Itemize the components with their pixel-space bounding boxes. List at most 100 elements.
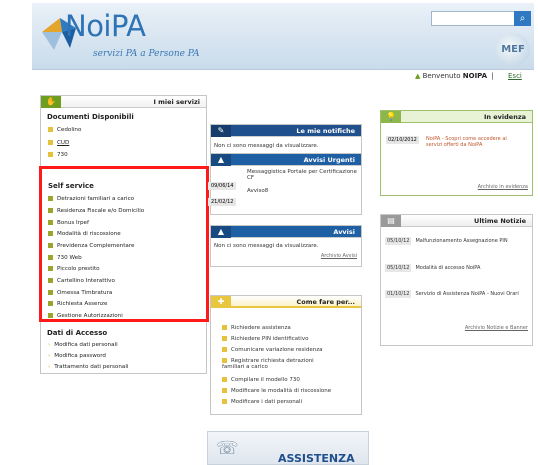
welcome-text: ▲ Benvenuto NOIPA | <box>415 72 494 80</box>
document-icon <box>222 358 227 363</box>
notizie-archive-link[interactable]: Archivio Notizie e Banner <box>465 325 528 331</box>
notifiche-message: Non ci sono messaggi da visualizzare. <box>214 143 319 149</box>
plus-icon: ✚ <box>211 296 231 308</box>
search-input[interactable] <box>431 11 516 26</box>
newspaper-icon: ▤ <box>381 215 401 227</box>
come-fare-item[interactable]: Modificare i dati personali <box>222 399 302 405</box>
news-title: Malfunzionamento Assegnazione PIN <box>415 238 508 244</box>
come-fare-panel: ✚ Come fare per... <box>210 295 362 415</box>
doc-label: 730 <box>57 152 68 158</box>
search-icon[interactable]: ⌕ <box>514 11 531 26</box>
doc-item[interactable]: 730 <box>48 152 68 158</box>
come-fare-label: Richiedere PIN identificativo <box>231 336 309 342</box>
logo-title[interactable]: NoiPA <box>65 9 146 43</box>
come-fare-label: Compilare il modello 730 <box>231 377 300 383</box>
urgenti-panel: ▲ Avvisi Urgenti Messaggistica Portale p… <box>208 153 362 215</box>
servizi-title: I miei servizi <box>153 98 200 106</box>
edit-icon: ✎ <box>211 125 231 137</box>
logout-link[interactable]: Esci <box>508 72 522 80</box>
doc-item[interactable]: CUD <box>48 140 69 146</box>
document-icon <box>222 347 227 352</box>
come-fare-title: Come fare per... <box>296 298 355 306</box>
doc-label: CUD <box>57 140 70 146</box>
evidenza-panel: 💡 In evidenza 02/10/2012 NoiPA - Scopri … <box>380 110 533 196</box>
come-fare-item[interactable]: Richiedere PIN identificativo <box>222 336 308 342</box>
document-icon <box>48 152 53 157</box>
evidenza-header: 💡 In evidenza <box>381 111 532 123</box>
assistenza-banner[interactable]: ☏ ASSISTENZA <box>207 431 369 465</box>
arrow-right-icon: › <box>48 353 51 359</box>
warning-icon: ▲ <box>211 154 231 166</box>
come-fare-label: Registrare richiesta detrazioni familiar… <box>222 358 314 370</box>
urgent-date: 21/02/12 <box>208 198 237 206</box>
welcome-prefix: Benvenuto <box>422 72 461 80</box>
come-fare-item[interactable]: Compilare il modello 730 <box>222 377 300 383</box>
accesso-label: Modifica password <box>54 353 106 359</box>
notifiche-title: Le mie notifiche <box>296 127 355 135</box>
accesso-label: Trattamento dati personali <box>54 364 129 370</box>
notifiche-header: ✎ Le mie notifiche <box>211 125 361 137</box>
evidenza-archive-link[interactable]: Archivio in evidenza <box>478 184 528 190</box>
evidenza-date: 02/10/2012 <box>386 136 419 144</box>
avvisi-title: Avvisi <box>333 228 355 236</box>
accesso-label: Modifica dati personali <box>54 342 118 348</box>
news-item[interactable]: 05/10/12 Malfunzionamento Assegnazione PI… <box>385 237 532 245</box>
document-icon <box>222 325 227 330</box>
avvisi-panel: ▲ Avvisi Non ci sono messaggi da visuali… <box>210 225 362 267</box>
come-fare-label: Richiedere assistenza <box>231 325 291 331</box>
come-fare-label: Comunicare variazione residenza <box>231 347 323 353</box>
notizie-panel: ▤ Ultime Notizie 05/10/12 Malfunzionament… <box>380 214 533 346</box>
news-date: 05/10/12 <box>385 237 412 245</box>
urgent-item[interactable]: Avviso8 <box>247 188 268 194</box>
mef-logo: MEF <box>496 33 530 67</box>
separator: | <box>491 72 494 80</box>
urgenti-header: ▲ Avvisi Urgenti <box>211 154 361 166</box>
doc-label: Cedolino <box>57 127 82 133</box>
come-fare-item[interactable]: Richiedere assistenza <box>222 325 291 331</box>
urgenti-title: Avvisi Urgenti <box>303 156 355 164</box>
doc-item[interactable]: Cedolino <box>48 127 81 133</box>
user-icon: ▲ <box>415 72 421 80</box>
come-fare-label: Modificare le modalità di riscossione <box>231 388 332 394</box>
document-icon <box>48 127 53 132</box>
assistenza-label: ASSISTENZA <box>278 452 355 465</box>
evidenza-item[interactable]: NoiPA - Scopri come accedere ai servizi … <box>426 136 524 148</box>
come-fare-item[interactable]: Comunicare variazione residenza <box>222 347 322 353</box>
news-date: 05/10/12 <box>385 264 412 272</box>
document-icon <box>222 399 227 404</box>
highlight-box <box>39 166 209 322</box>
document-icon <box>48 140 53 145</box>
hand-icon: ✋ <box>41 96 61 108</box>
avvisi-archive-link[interactable]: Archivio Avvisi <box>321 253 357 259</box>
document-icon <box>222 336 227 341</box>
urgent-item[interactable]: Messaggistica Portale per Certificazione… <box>247 169 357 181</box>
document-icon <box>222 388 227 393</box>
accesso-item[interactable]: › Trattamento dati personali <box>48 364 128 370</box>
accesso-heading: Dati di Accesso <box>47 329 108 337</box>
accesso-item[interactable]: › Modifica dati personali <box>48 342 118 348</box>
news-date: 01/10/12 <box>385 290 412 298</box>
arrow-right-icon: › <box>48 342 51 348</box>
urgent-date: 09/06/14 <box>208 182 237 190</box>
documenti-heading: Documenti Disponibili <box>47 113 134 121</box>
come-fare-item[interactable]: Registrare richiesta detrazioni familiar… <box>222 358 332 370</box>
accesso-item[interactable]: › Modifica password <box>48 353 106 359</box>
logo-tagline: servizi PA a Persone PA <box>93 49 200 59</box>
news-item[interactable]: 05/10/12 Modalità di accesso NoiPA <box>385 264 532 272</box>
come-fare-header: ✚ Come fare per... <box>211 296 361 308</box>
arrow-right-icon: › <box>48 364 51 370</box>
avvisi-header: ▲ Avvisi <box>211 226 361 238</box>
news-title: Servizio di Assistenza NoiPA - Nuovi Ora… <box>415 291 519 297</box>
avvisi-message: Non ci sono messaggi da visualizzare. <box>214 243 319 249</box>
news-title: Modalità di accesso NoiPA <box>415 265 481 271</box>
user-name: NOIPA <box>462 72 488 80</box>
evidenza-title: In evidenza <box>483 113 526 121</box>
lightbulb-icon: 💡 <box>381 111 401 123</box>
headset-icon: ☏ <box>216 438 239 459</box>
come-fare-label: Modificare i dati personali <box>231 399 303 405</box>
come-fare-item[interactable]: Modificare le modalità di riscossione <box>222 388 331 394</box>
warning-icon: ▲ <box>211 226 231 238</box>
notizie-header: ▤ Ultime Notizie <box>381 215 532 227</box>
servizi-header: ✋ I miei servizi <box>41 96 206 108</box>
news-item[interactable]: 01/10/12 Servizio di Assistenza NoiPA - N… <box>385 290 532 298</box>
